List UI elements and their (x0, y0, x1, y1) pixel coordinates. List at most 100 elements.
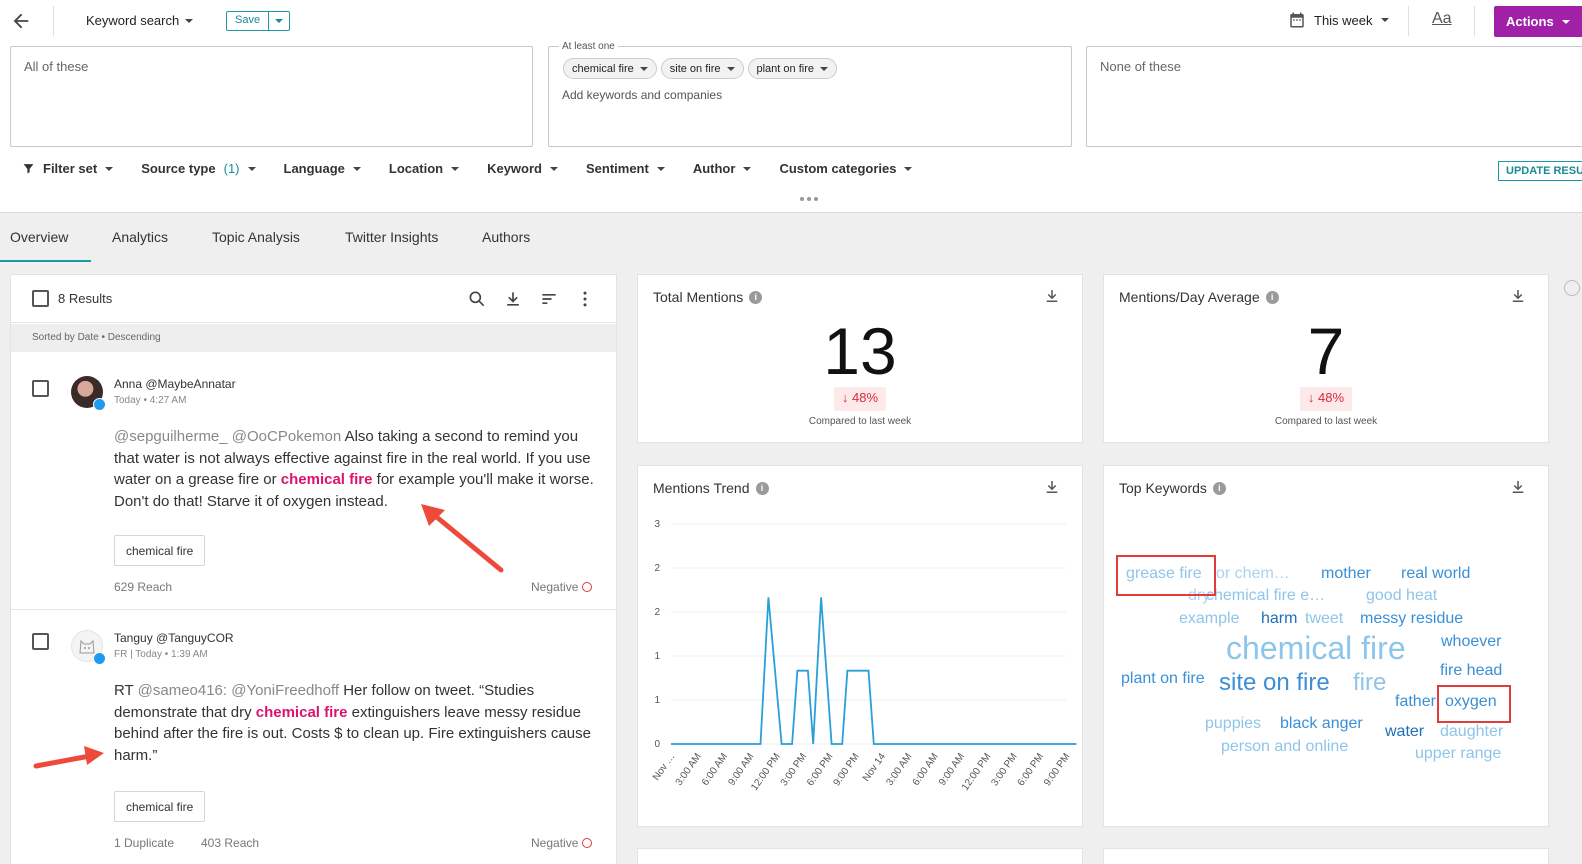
keyword-chip[interactable]: chemical fire (563, 58, 657, 79)
post-body: RT @sameo416: @YoniFreedhoff Her follow … (114, 680, 599, 766)
download-icon[interactable] (1509, 287, 1527, 305)
info-icon[interactable]: i (749, 290, 763, 304)
date-range-selector[interactable]: This week (1288, 11, 1389, 29)
tab-analytics[interactable]: Analytics (112, 229, 168, 245)
download-icon[interactable] (1509, 478, 1527, 496)
location-label: Location (388, 161, 444, 176)
sentiment-badge[interactable]: Negative (531, 580, 593, 594)
result-checkbox[interactable] (32, 380, 49, 397)
keyword-cloud-word[interactable]: fire head (1440, 663, 1502, 679)
keyword-cloud-word[interactable]: tweet (1305, 611, 1343, 627)
keyword-tag[interactable]: chemical fire (114, 791, 206, 822)
keyword-cloud-word[interactable]: harm (1261, 611, 1297, 627)
info-icon[interactable]: i (755, 481, 769, 495)
keyword-highlight: chemical fire (255, 703, 348, 721)
save-button[interactable]: Save (227, 12, 270, 30)
keyword-cloud-word[interactable]: father (1395, 694, 1436, 710)
post-mentions[interactable]: @sameo416: @YoniFreedhoff (138, 682, 339, 699)
keyword-cloud-word[interactable]: site on fire (1219, 671, 1330, 695)
x-tick-label: 3:00 AM (884, 751, 914, 787)
search-title-dropdown[interactable]: Keyword search (86, 13, 194, 28)
trend-series-line[interactable] (671, 597, 1077, 745)
mentions-trend-chart[interactable]: 011223Nov …3:00 AM6:00 AM9:00 AM12:00 PM… (638, 506, 1084, 828)
back-arrow-icon[interactable] (10, 10, 32, 32)
keyword-cloud-word[interactable]: example (1179, 611, 1239, 627)
filter-set-dropdown[interactable]: Filter set (22, 161, 114, 176)
post-mentions[interactable]: @sepguilherme_ @OoCPokemon (114, 428, 341, 445)
more-vertical-icon[interactable] (575, 289, 595, 309)
post-duplicates[interactable]: 1 Duplicate (114, 836, 174, 850)
keyword-cloud-word[interactable]: chemical fire e… (1206, 588, 1325, 604)
all-of-these-box[interactable]: All of these (10, 46, 533, 147)
keyword-dropdown[interactable]: Keyword (487, 161, 558, 176)
keyword-cloud-word[interactable]: daughter (1440, 724, 1503, 740)
sentiment-dropdown[interactable]: Sentiment (586, 161, 665, 176)
collapse-handle[interactable] (800, 197, 818, 201)
none-of-these-box[interactable]: None of these (1086, 46, 1582, 147)
chip-label: plant on fire (756, 62, 814, 75)
author-dropdown[interactable]: Author (693, 161, 752, 176)
download-icon[interactable] (1043, 287, 1061, 305)
x-tick-label: Nov 14 (861, 751, 888, 784)
keyword-chip[interactable]: site on fire (660, 58, 744, 79)
caret-down-icon (451, 166, 460, 171)
keyword-cloud-word[interactable]: messy residue (1360, 611, 1463, 627)
y-tick-label: 1 (654, 651, 660, 662)
actions-button[interactable]: Actions (1494, 6, 1582, 37)
add-keywords-placeholder[interactable]: Add keywords and companies (562, 88, 722, 102)
tab-overview[interactable]: Overview (10, 229, 68, 245)
search-title: Keyword search (86, 13, 180, 28)
location-dropdown[interactable]: Location (388, 161, 460, 176)
author-label: Author (692, 161, 736, 176)
total-mentions-card: Total Mentions i 13 ↓ 48% Compared to las… (637, 274, 1083, 443)
x-tick-label: 9:00 PM (831, 751, 861, 788)
keyword-cloud-word[interactable]: person and online (1221, 739, 1348, 755)
annotation-arrow (33, 746, 104, 769)
result-checkbox[interactable] (32, 633, 49, 650)
download-icon[interactable] (1043, 478, 1061, 496)
keyword-cloud-word[interactable]: good heat (1366, 588, 1437, 604)
post-author[interactable]: Anna @MaybeAnnatar (114, 377, 236, 391)
keyword-cloud-word[interactable]: puppies (1205, 716, 1261, 732)
keyword-cloud-word[interactable]: real world (1401, 566, 1470, 582)
font-size-toggle[interactable]: Aa (1432, 10, 1452, 28)
at-least-one-box[interactable]: At least one chemical fire site on fire … (548, 41, 1072, 147)
select-all-checkbox[interactable] (32, 290, 49, 307)
keyword-cloud-word[interactable]: plant on fire (1121, 671, 1205, 687)
tab-bar: Overview Analytics Topic Analysis Twitte… (0, 212, 1582, 262)
keyword-cloud-word[interactable]: fire (1353, 671, 1386, 695)
side-scroll-handle[interactable] (1564, 280, 1580, 296)
keyword-cloud-word[interactable]: black anger (1280, 716, 1363, 732)
post-author[interactable]: Tanguy @TanguyCOR (114, 631, 234, 645)
sort-icon[interactable] (539, 289, 559, 309)
update-results-button[interactable]: UPDATE RESULTS (1498, 161, 1582, 181)
search-icon[interactable] (467, 289, 487, 309)
source-type-count: (1) (223, 161, 240, 176)
keyword-cloud-word[interactable]: chemical fire (1226, 632, 1406, 664)
save-options-button[interactable] (269, 12, 289, 30)
download-icon[interactable] (503, 289, 523, 309)
language-label: Language (283, 161, 345, 176)
sentiment-badge[interactable]: Negative (531, 836, 593, 850)
info-icon[interactable]: i (1265, 290, 1279, 304)
keyword-label: Keyword (487, 161, 542, 176)
info-icon[interactable]: i (1212, 481, 1226, 495)
tab-topic-analysis[interactable]: Topic Analysis (212, 229, 300, 245)
keyword-cloud-word[interactable]: or chem… (1216, 566, 1290, 582)
keyword-cloud-word[interactable]: mother (1321, 566, 1371, 582)
results-panel: 8 Results Sorted by Date • Descending An… (10, 274, 617, 864)
tab-authors[interactable]: Authors (482, 229, 530, 245)
keyword-cloud-word[interactable]: whoever (1441, 634, 1501, 650)
post-body: @sepguilherme_ @OoCPokemon Also taking a… (114, 426, 599, 512)
custom-categories-dropdown[interactable]: Custom categories (779, 161, 913, 176)
tab-twitter-insights[interactable]: Twitter Insights (345, 229, 438, 245)
language-dropdown[interactable]: Language (284, 161, 361, 176)
keyword-chip[interactable]: plant on fire (747, 58, 837, 79)
keyword-tag[interactable]: chemical fire (114, 535, 206, 566)
keyword-cloud-word[interactable]: upper range (1415, 746, 1501, 762)
caret-down-icon (1561, 19, 1570, 24)
card-stub (1103, 848, 1549, 864)
y-tick-label: 2 (654, 607, 660, 618)
keyword-cloud-word[interactable]: water (1385, 724, 1424, 740)
source-type-dropdown[interactable]: Source type (1) (141, 161, 256, 176)
